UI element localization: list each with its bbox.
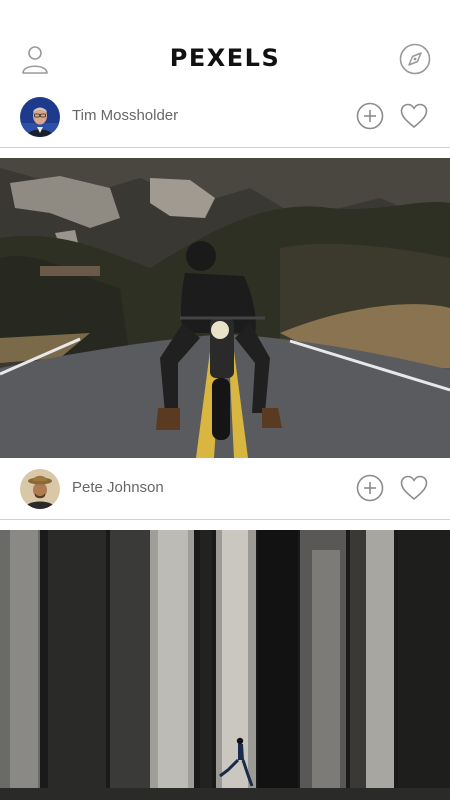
plus-circle-icon <box>356 102 384 130</box>
post-divider <box>0 147 450 148</box>
post-divider <box>0 519 450 520</box>
feed-photo-motorcycle[interactable] <box>0 158 450 458</box>
author-name[interactable]: Tim Mossholder <box>72 107 178 124</box>
heart-icon <box>400 475 428 500</box>
author-name[interactable]: Pete Johnson <box>72 479 164 496</box>
avatar[interactable] <box>20 469 60 509</box>
post-author-bar: Pete Johnson <box>0 460 450 518</box>
heart-icon <box>400 103 428 128</box>
app-header: PEXELS <box>0 0 450 92</box>
collect-button[interactable] <box>355 473 385 503</box>
explore-button[interactable] <box>398 42 432 76</box>
app-logo[interactable]: PEXELS <box>0 44 450 72</box>
compass-icon <box>399 43 431 75</box>
post-author-bar: Tim Mossholder <box>0 88 450 146</box>
plus-circle-icon <box>356 474 384 502</box>
avatar[interactable] <box>20 97 60 137</box>
like-button[interactable] <box>399 101 429 131</box>
like-button[interactable] <box>399 473 429 503</box>
feed-photo-marble-hall[interactable] <box>0 530 450 800</box>
collect-button[interactable] <box>355 101 385 131</box>
